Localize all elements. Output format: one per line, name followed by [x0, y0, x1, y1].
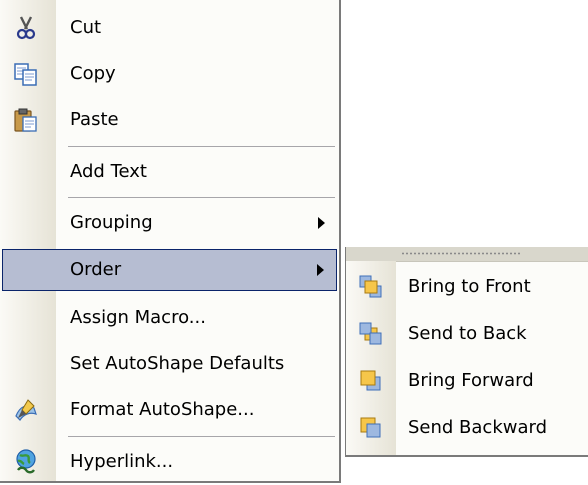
- menu-item-label: Add Text: [70, 161, 147, 182]
- menu-item-copy[interactable]: Copy: [2, 53, 337, 95]
- submenu-item-send-backward[interactable]: Send Backward: [346, 405, 588, 451]
- context-menu: Cut Copy Paste Add Text Grouping Order A…: [0, 0, 341, 483]
- submenu-arrow-icon: [318, 217, 325, 229]
- send-to-back-icon: [359, 322, 382, 345]
- copy-icon: [14, 63, 37, 86]
- menu-item-label: Grouping: [70, 212, 153, 233]
- menu-item-label: Assign Macro...: [70, 307, 206, 328]
- submenu-item-send-to-back[interactable]: Send to Back: [346, 311, 588, 357]
- menu-item-grouping[interactable]: Grouping: [2, 202, 337, 244]
- submenu-item-label: Bring Forward: [408, 370, 534, 391]
- menu-item-set-autoshape-defaults[interactable]: Set AutoShape Defaults: [2, 343, 337, 385]
- menu-separator: [68, 197, 335, 198]
- order-submenu: Bring to Front Send to Back Bring Forwar…: [345, 247, 588, 457]
- menu-item-hyperlink[interactable]: Hyperlink...: [2, 441, 337, 481]
- menu-item-label: Format AutoShape...: [70, 399, 255, 420]
- submenu-item-bring-forward[interactable]: Bring Forward: [346, 358, 588, 404]
- menu-item-label: Hyperlink...: [70, 451, 174, 472]
- bring-to-front-icon: [359, 275, 382, 298]
- menu-item-label: Order: [70, 259, 122, 280]
- menu-item-assign-macro[interactable]: Assign Macro...: [2, 297, 337, 339]
- grip-icon: [401, 252, 521, 255]
- menu-item-format-autoshape[interactable]: Format AutoShape...: [2, 389, 337, 431]
- menu-separator: [68, 146, 335, 147]
- menu-item-cut[interactable]: Cut: [2, 7, 337, 49]
- format-shape-icon: [15, 399, 37, 421]
- bring-forward-icon: [360, 370, 381, 391]
- submenu-drag-handle[interactable]: [346, 247, 588, 262]
- submenu-item-bring-to-front[interactable]: Bring to Front: [346, 264, 588, 310]
- submenu-item-label: Send to Back: [408, 323, 527, 344]
- menu-item-label: Set AutoShape Defaults: [70, 353, 285, 374]
- send-backward-icon: [360, 417, 381, 438]
- paste-icon: [14, 108, 37, 132]
- scissors-icon: [16, 16, 36, 40]
- menu-item-order[interactable]: Order: [2, 249, 337, 291]
- submenu-arrow-icon: [317, 264, 324, 276]
- menu-item-label: Cut: [70, 17, 102, 38]
- menu-item-label: Paste: [70, 109, 119, 130]
- menu-item-paste[interactable]: Paste: [2, 99, 337, 141]
- menu-item-add-text[interactable]: Add Text: [2, 151, 337, 193]
- menu-separator: [68, 436, 335, 437]
- hyperlink-globe-icon: [16, 449, 36, 474]
- submenu-item-label: Bring to Front: [408, 276, 531, 297]
- submenu-item-label: Send Backward: [408, 417, 548, 438]
- menu-item-label: Copy: [70, 63, 116, 84]
